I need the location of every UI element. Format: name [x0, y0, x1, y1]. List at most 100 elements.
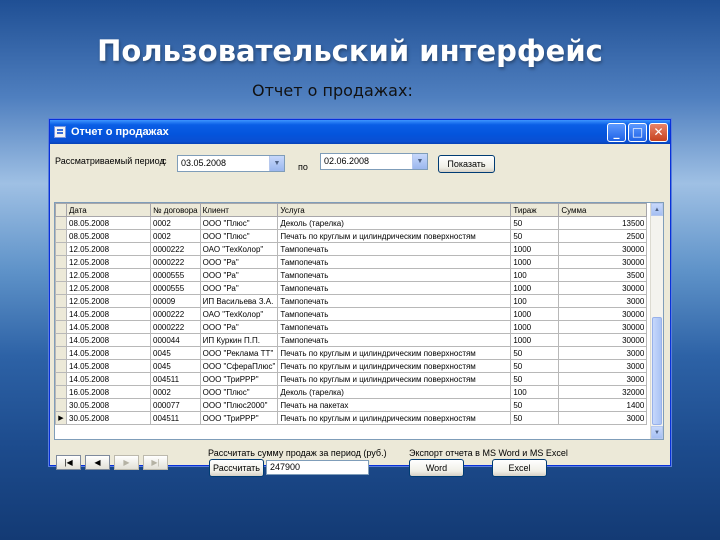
cell-contract[interactable]: 004511 — [150, 372, 201, 386]
table-row[interactable]: 14.05.2008 0000222 ОАО "ТехКолор" Тампопеча… — [55, 307, 648, 321]
prev-record-button[interactable]: ◀ — [85, 455, 110, 470]
cell-quantity[interactable]: 50 — [510, 216, 560, 230]
row-selector[interactable] — [55, 294, 67, 308]
cell-sum[interactable]: 30000 — [558, 255, 648, 269]
cell-date[interactable]: 14.05.2008 — [66, 333, 151, 347]
cell-date[interactable]: 16.05.2008 — [66, 385, 151, 399]
cell-client[interactable]: ООО "Реклама ТТ" — [199, 346, 279, 360]
row-selector[interactable] — [55, 268, 67, 282]
cell-date[interactable]: 12.05.2008 — [66, 268, 151, 282]
cell-client[interactable]: ООО "Ра" — [199, 320, 279, 334]
table-row[interactable]: 14.05.2008 0045 ООО "Реклама ТТ" Печать по … — [55, 346, 648, 360]
column-header-quantity[interactable]: Тираж — [510, 203, 560, 217]
excel-export-button[interactable]: Excel — [492, 459, 547, 477]
cell-service[interactable]: Печать по круглым и цилиндрическим повер… — [277, 359, 512, 373]
first-record-button[interactable]: |◀ — [56, 455, 81, 470]
cell-contract[interactable]: 0045 — [150, 359, 201, 373]
last-record-button[interactable]: ▶| — [143, 455, 168, 470]
table-row[interactable]: 12.05.2008 0000555 ООО "Ра" Тампопечать 100 3… — [55, 268, 648, 282]
table-row[interactable]: 08.05.2008 0002 ООО "Плюс" Печать по круглы… — [55, 229, 648, 243]
column-header-date[interactable]: Дата — [66, 203, 151, 217]
row-selector[interactable] — [55, 372, 67, 386]
to-date-combo[interactable]: 02.06.2008 ▼ — [320, 153, 428, 170]
cell-quantity[interactable]: 100 — [510, 268, 560, 282]
total-sum-field[interactable]: 247900 — [266, 460, 369, 475]
cell-sum[interactable]: 3000 — [558, 372, 648, 386]
cell-client[interactable]: ООО "ТриРРР" — [199, 411, 279, 425]
calculate-button[interactable]: Рассчитать — [209, 459, 264, 477]
cell-date[interactable]: 14.05.2008 — [66, 307, 151, 321]
cell-quantity[interactable]: 1000 — [510, 281, 560, 295]
cell-sum[interactable]: 13500 — [558, 216, 648, 230]
cell-client[interactable]: ООО "Плюс" — [199, 229, 279, 243]
cell-service[interactable]: Тампопечать — [277, 281, 512, 295]
cell-quantity[interactable]: 50 — [510, 398, 560, 412]
cell-client[interactable]: ООО "Ра" — [199, 268, 279, 282]
close-button[interactable]: ✕ — [649, 122, 668, 142]
cell-quantity[interactable]: 50 — [510, 372, 560, 386]
cell-date[interactable]: 14.05.2008 — [66, 320, 151, 334]
cell-service[interactable]: Тампопечать — [277, 320, 512, 334]
cell-sum[interactable]: 3000 — [558, 411, 648, 425]
table-row[interactable]: 12.05.2008 0000555 ООО "Ра" Тампопечать 1000… — [55, 281, 648, 295]
cell-sum[interactable]: 30000 — [558, 281, 648, 295]
table-row[interactable]: ▶ 30.05.2008 004511 ООО "ТриРРР" Печать по к… — [55, 411, 648, 425]
cell-quantity[interactable]: 100 — [510, 294, 560, 308]
cell-service[interactable]: Печать на пакетах — [277, 398, 512, 412]
cell-client[interactable]: ООО "Ра" — [199, 255, 279, 269]
cell-quantity[interactable]: 1000 — [510, 333, 560, 347]
cell-quantity[interactable]: 1000 — [510, 242, 560, 256]
grid-vertical-scrollbar[interactable]: ▲ ▼ — [650, 203, 663, 439]
table-row[interactable]: 14.05.2008 0000222 ООО "Ра" Тампопечать 1000… — [55, 320, 648, 334]
cell-client[interactable]: ИП Васильева З.А. — [199, 294, 279, 308]
cell-contract[interactable]: 004511 — [150, 411, 201, 425]
table-row[interactable]: 30.05.2008 000077 ООО "Плюс2000" Печать на … — [55, 398, 648, 412]
cell-client[interactable]: ОАО "ТехКолор" — [199, 242, 279, 256]
row-selector[interactable] — [55, 398, 67, 412]
cell-date[interactable]: 30.05.2008 — [66, 411, 151, 425]
cell-service[interactable]: Печать по круглым и цилиндрическим повер… — [277, 411, 512, 425]
cell-contract[interactable]: 0000222 — [150, 255, 201, 269]
word-export-button[interactable]: Word — [409, 459, 464, 477]
cell-service[interactable]: Тампопечать — [277, 307, 512, 321]
cell-date[interactable]: 14.05.2008 — [66, 346, 151, 360]
chevron-down-icon[interactable]: ▼ — [412, 154, 427, 169]
cell-date[interactable]: 08.05.2008 — [66, 229, 151, 243]
cell-service[interactable]: Деколь (тарелка) — [277, 216, 512, 230]
cell-sum[interactable]: 2500 — [558, 229, 648, 243]
cell-quantity[interactable]: 50 — [510, 346, 560, 360]
cell-quantity[interactable]: 50 — [510, 411, 560, 425]
cell-date[interactable]: 30.05.2008 — [66, 398, 151, 412]
cell-service[interactable]: Тампопечать — [277, 255, 512, 269]
cell-contract[interactable]: 0000222 — [150, 307, 201, 321]
table-row[interactable]: 12.05.2008 00009 ИП Васильева З.А. Тампопеч… — [55, 294, 648, 308]
cell-sum[interactable]: 30000 — [558, 320, 648, 334]
cell-client[interactable]: ООО "Плюс" — [199, 216, 279, 230]
from-date-combo[interactable]: 03.05.2008 ▼ — [177, 155, 285, 172]
column-header-sum[interactable]: Сумма — [558, 203, 648, 217]
column-header-service[interactable]: Услуга — [277, 203, 512, 217]
cell-date[interactable]: 14.05.2008 — [66, 359, 151, 373]
cell-client[interactable]: ОАО "ТехКолор" — [199, 307, 279, 321]
cell-service[interactable]: Тампопечать — [277, 242, 512, 256]
cell-quantity[interactable]: 1000 — [510, 255, 560, 269]
next-record-button[interactable]: ▶ — [114, 455, 139, 470]
cell-sum[interactable]: 3000 — [558, 359, 648, 373]
cell-client[interactable]: ООО "Ра" — [199, 281, 279, 295]
cell-client[interactable]: ООО "ТриРРР" — [199, 372, 279, 386]
cell-date[interactable]: 12.05.2008 — [66, 255, 151, 269]
row-selector[interactable] — [55, 333, 67, 347]
cell-date[interactable]: 12.05.2008 — [66, 281, 151, 295]
row-selector[interactable] — [55, 346, 67, 360]
cell-sum[interactable]: 30000 — [558, 333, 648, 347]
cell-contract[interactable]: 0000222 — [150, 242, 201, 256]
scrollbar-thumb[interactable] — [652, 317, 662, 425]
row-selector[interactable] — [55, 281, 67, 295]
cell-contract[interactable]: 0002 — [150, 385, 201, 399]
cell-service[interactable]: Печать по круглым и цилиндрическим повер… — [277, 346, 512, 360]
cell-date[interactable]: 08.05.2008 — [66, 216, 151, 230]
cell-client[interactable]: ООО "СфераПлюс" — [199, 359, 279, 373]
cell-quantity[interactable]: 1000 — [510, 307, 560, 321]
table-row[interactable]: 14.05.2008 0045 ООО "СфераПлюс" Печать по к… — [55, 359, 648, 373]
minimize-button[interactable]: _ — [607, 122, 626, 142]
